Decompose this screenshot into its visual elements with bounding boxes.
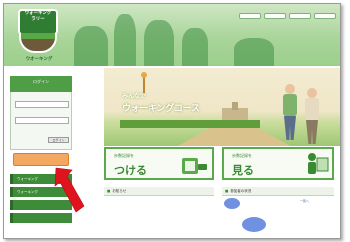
magnifier-icon: ■ xyxy=(107,189,111,193)
login-box: ログイン xyxy=(10,92,72,150)
register-button[interactable] xyxy=(13,153,69,166)
walker-silhouette-icon xyxy=(144,20,174,66)
hero-tagline xyxy=(120,120,260,128)
view-steps-small-label: 歩数記録を xyxy=(232,153,252,158)
site-logo[interactable]: ウォーキング ラリー ウオーキング xyxy=(10,9,68,66)
header-link[interactable] xyxy=(314,13,336,19)
walker-woman-icon xyxy=(280,84,300,142)
login-title: ログイン xyxy=(10,76,72,92)
building-icon xyxy=(222,102,248,120)
logo-caption: ウオーキング xyxy=(25,57,53,62)
blue-dot-marker xyxy=(242,217,266,232)
record-steps-small-label: 歩数記録を xyxy=(114,153,134,158)
header-link[interactable] xyxy=(289,13,311,19)
hero-line2: ウォーキングコース xyxy=(122,104,200,114)
view-steps-label: 見る xyxy=(232,164,254,177)
walker-man-icon xyxy=(302,88,322,144)
record-steps-button[interactable]: 歩数記録を つける xyxy=(104,147,214,180)
walker-silhouette-icon xyxy=(114,14,136,66)
news-section-title: お知らせ xyxy=(112,189,127,193)
logo-badge-text: ウォーキング ラリー xyxy=(24,11,52,22)
magnifier-icon: ■ xyxy=(225,189,229,193)
runner-silhouette-icon xyxy=(74,26,108,66)
participants-section-header: ■ 参加者の状況 xyxy=(222,187,334,196)
login-button[interactable]: ログイン xyxy=(48,137,69,143)
hero-banner[interactable]: みんなで ウォーキングコース xyxy=(104,68,340,146)
blue-dot-marker xyxy=(224,198,240,209)
news-section-header: ■ お知らせ xyxy=(104,187,214,196)
participants-section-title: 参加者の状況 xyxy=(230,189,252,193)
view-steps-button[interactable]: 歩数記録を 見る xyxy=(222,147,334,180)
person-icon xyxy=(308,153,329,174)
logo-grass xyxy=(21,33,55,39)
more-link[interactable]: 一覧へ xyxy=(300,199,309,203)
id-field[interactable] xyxy=(15,101,69,108)
header-link[interactable] xyxy=(239,13,261,19)
notebook-icon xyxy=(182,158,207,174)
header-links xyxy=(239,13,336,19)
password-field[interactable] xyxy=(15,117,69,124)
walker-silhouette-icon xyxy=(182,28,208,66)
hero-line1: みんなで xyxy=(122,93,147,100)
tree-silhouette-icon xyxy=(234,38,274,66)
header-link[interactable] xyxy=(264,13,286,19)
site-header: ウォーキング ラリー ウオーキング xyxy=(4,4,340,66)
record-steps-label: つける xyxy=(114,164,147,177)
red-arrow-pointer-icon xyxy=(54,167,85,213)
